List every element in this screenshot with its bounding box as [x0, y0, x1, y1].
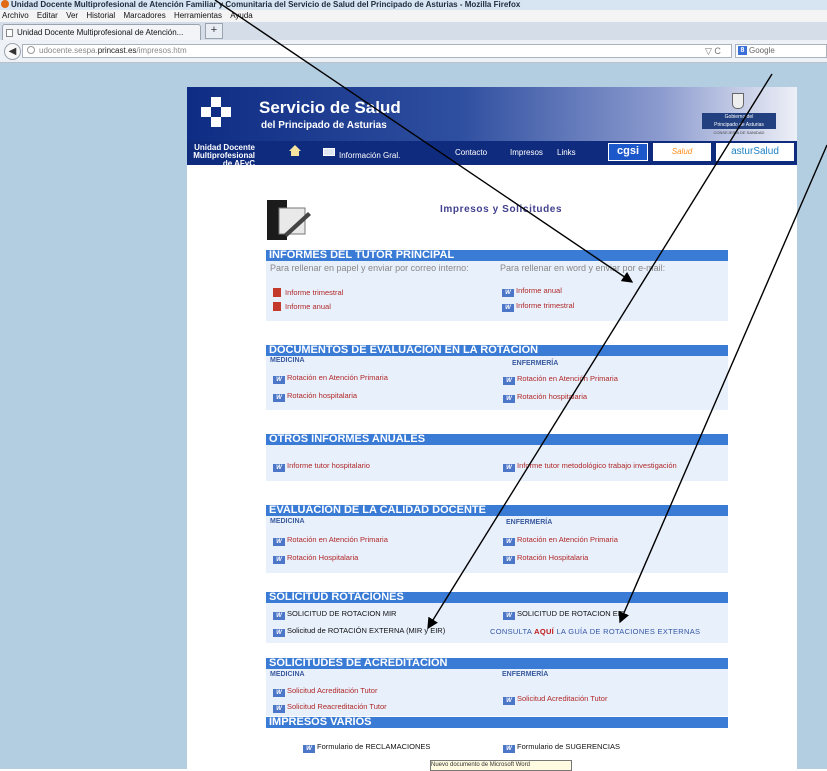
annotation-arrows — [214, 0, 827, 630]
arrow-2 — [427, 73, 773, 630]
arrow-3 — [618, 144, 827, 624]
arrow-1 — [214, 0, 634, 283]
